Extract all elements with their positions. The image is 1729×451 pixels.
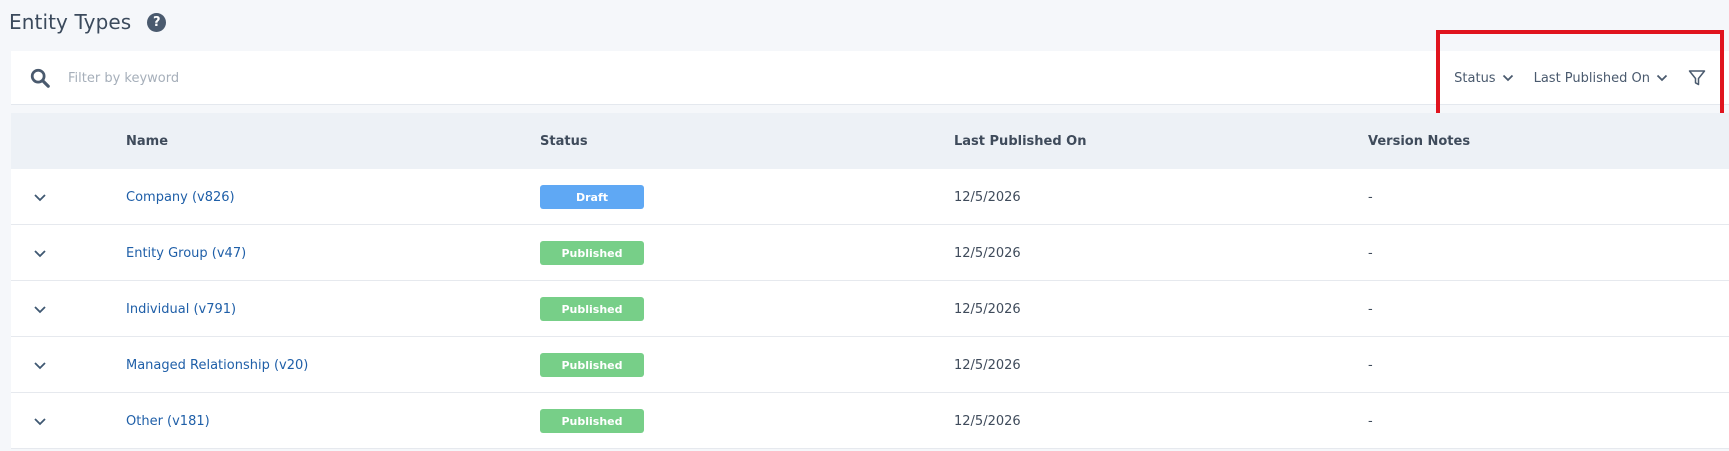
column-header-version-notes[interactable]: Version Notes (1368, 134, 1470, 149)
last-published-date: 12/5/2026 (954, 245, 1021, 261)
last-published-date: 12/5/2026 (954, 413, 1021, 429)
chevron-down-icon (34, 305, 46, 313)
version-notes: - (1368, 189, 1373, 205)
chevron-down-icon (1656, 74, 1668, 82)
question-circle-icon[interactable]: ? (147, 12, 167, 32)
table-row: Company (v826) Draft 12/5/2026 - (11, 169, 1729, 225)
funnel-icon[interactable] (1688, 69, 1706, 87)
column-header-status[interactable]: Status (540, 134, 588, 149)
entity-type-name-link[interactable]: Other (v181) (126, 414, 210, 429)
row-expand-toggle[interactable] (33, 337, 63, 393)
chevron-down-icon (34, 193, 46, 201)
last-published-date: 12/5/2026 (954, 357, 1021, 373)
version-notes: - (1368, 357, 1373, 373)
version-notes: - (1368, 301, 1373, 317)
page-title: Entity Types (9, 10, 132, 34)
chevron-down-icon (34, 361, 46, 369)
row-expand-toggle[interactable] (33, 225, 63, 281)
table-row: Managed Relationship (v20) Published 12/… (11, 337, 1729, 393)
page-header: Entity Types ? (9, 8, 167, 36)
entity-type-name-link[interactable]: Managed Relationship (v20) (126, 358, 308, 373)
version-notes: - (1368, 413, 1373, 429)
row-expand-toggle[interactable] (33, 393, 63, 449)
page: Entity Types ? Status Last Published On (0, 0, 1729, 451)
filter-controls: Status Last Published On (1454, 65, 1706, 91)
chevron-down-icon (1502, 74, 1513, 82)
entity-type-name-link[interactable]: Entity Group (v47) (126, 246, 246, 261)
table-row: Entity Group (v47) Published 12/5/2026 - (11, 225, 1729, 281)
entity-type-name-link[interactable]: Individual (v791) (126, 302, 236, 317)
entity-types-table: Name Status Last Published On Version No… (11, 113, 1729, 449)
table-row: Individual (v791) Published 12/5/2026 - (11, 281, 1729, 337)
last-published-filter-label: Last Published On (1533, 70, 1650, 86)
status-badge: Published (540, 297, 644, 321)
chevron-down-icon (34, 249, 46, 257)
status-filter-label: Status (1454, 70, 1496, 86)
status-badge: Published (540, 409, 644, 433)
last-published-date: 12/5/2026 (954, 189, 1021, 205)
table-row: Other (v181) Published 12/5/2026 - (11, 393, 1729, 449)
search-input[interactable] (68, 65, 828, 91)
search-icon[interactable] (29, 67, 51, 89)
row-expand-toggle[interactable] (33, 169, 63, 225)
version-notes: - (1368, 245, 1373, 261)
status-filter-dropdown[interactable]: Status (1454, 71, 1513, 86)
last-published-date: 12/5/2026 (954, 301, 1021, 317)
table-header-row: Name Status Last Published On Version No… (11, 113, 1729, 169)
status-badge: Published (540, 353, 644, 377)
entity-type-name-link[interactable]: Company (v826) (126, 190, 235, 205)
status-badge: Published (540, 241, 644, 265)
row-expand-toggle[interactable] (33, 281, 63, 337)
filter-bar: Status Last Published On (11, 51, 1729, 105)
column-header-name[interactable]: Name (126, 134, 168, 149)
column-header-last-published-on[interactable]: Last Published On (954, 134, 1086, 149)
last-published-filter-dropdown[interactable]: Last Published On (1534, 71, 1668, 86)
chevron-down-icon (34, 417, 46, 425)
status-badge: Draft (540, 185, 644, 209)
